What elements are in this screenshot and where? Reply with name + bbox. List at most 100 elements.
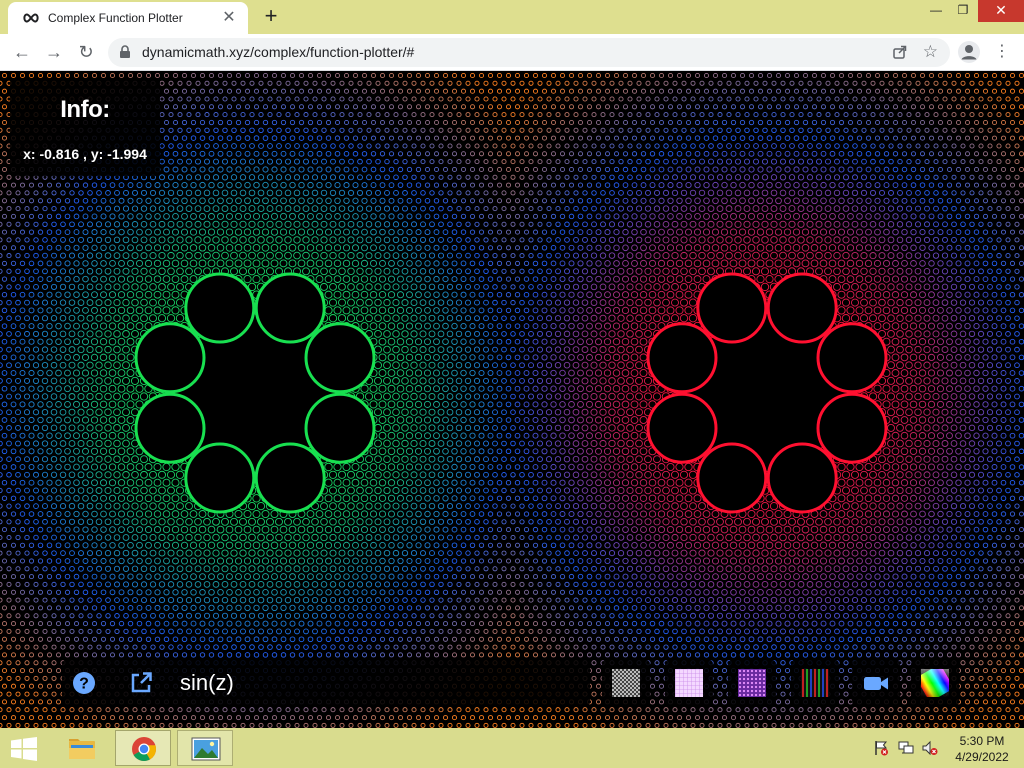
plot-circle xyxy=(225,259,234,268)
plot-circle xyxy=(379,166,386,173)
plot-circle xyxy=(586,88,593,94)
plot-circle xyxy=(1,307,8,314)
browser-menu-icon[interactable]: ⋮ xyxy=(994,41,1010,63)
plot-circle xyxy=(879,112,885,118)
plot-circle xyxy=(366,80,372,86)
reload-button[interactable]: ↻ xyxy=(74,40,98,64)
browser-tab[interactable]: Complex Function Plotter ✕ xyxy=(8,2,248,34)
plot-circle xyxy=(685,135,692,141)
plot-circle xyxy=(645,143,651,149)
plot-circle xyxy=(90,400,99,409)
plot-circle xyxy=(672,96,678,102)
plot-circle xyxy=(987,112,993,118)
plot-circle xyxy=(676,119,683,126)
plot-circle xyxy=(932,439,940,448)
plot-circle xyxy=(955,322,962,330)
plot-circle xyxy=(608,330,616,338)
plot-circle xyxy=(447,221,453,228)
plot-circle xyxy=(914,299,922,307)
plot-circle xyxy=(465,80,471,86)
window-close-button[interactable]: ✕ xyxy=(978,0,1024,22)
plot-circle xyxy=(433,432,440,440)
plot-circle xyxy=(1014,409,1020,416)
plot-circle xyxy=(1000,276,1007,282)
plot-circle xyxy=(662,236,670,244)
plot-circle xyxy=(663,127,669,133)
plot-circle xyxy=(415,166,422,173)
plot-circle xyxy=(109,72,116,79)
plot-circle xyxy=(257,174,265,181)
plot-circle xyxy=(293,174,301,181)
plot-circle xyxy=(195,112,201,118)
plot-circle xyxy=(635,361,643,370)
plot-circle xyxy=(996,159,1002,165)
plot-circle xyxy=(423,416,432,424)
plot-circle xyxy=(41,315,49,322)
plot-circle xyxy=(212,174,220,181)
plot-circle xyxy=(1,213,8,219)
plot-circle xyxy=(609,143,615,149)
plot-circle xyxy=(690,112,696,118)
plot-circle xyxy=(406,197,413,204)
plot-circle xyxy=(905,361,913,370)
plot-circle xyxy=(410,424,418,432)
plot-circle xyxy=(388,197,395,204)
plot-circle xyxy=(595,104,602,110)
plot-circle xyxy=(649,119,656,126)
tab-close-icon[interactable]: ✕ xyxy=(220,9,238,27)
plot-circle xyxy=(130,392,140,401)
plot-circle xyxy=(546,143,552,149)
plot-circle xyxy=(347,283,355,291)
new-tab-button[interactable]: + xyxy=(259,5,283,29)
plot-circle xyxy=(293,220,301,228)
plot-circle xyxy=(617,299,625,307)
plot-circle xyxy=(510,206,516,212)
plot-circle xyxy=(230,220,238,228)
plot-circle xyxy=(401,252,409,259)
plot-circle xyxy=(411,174,417,180)
back-button[interactable]: ← xyxy=(10,40,34,64)
plot-circle xyxy=(33,268,39,275)
plot-circle xyxy=(1005,112,1011,118)
bookmark-star-icon[interactable]: ☆ xyxy=(923,42,938,62)
plot-circle xyxy=(766,88,773,94)
window-minimize-button[interactable]: — xyxy=(922,0,950,22)
plot-circle xyxy=(262,166,269,173)
plot-circle xyxy=(19,432,26,439)
plot-circle xyxy=(612,431,621,440)
plot-circle xyxy=(756,275,765,284)
plot-circle xyxy=(333,244,342,252)
plot-circle xyxy=(64,182,71,188)
plot-circle xyxy=(122,221,130,228)
plot-circle xyxy=(351,259,360,268)
plot-circle xyxy=(783,259,792,268)
plot-circle xyxy=(519,409,525,416)
plot-circle xyxy=(906,158,912,165)
plot-circle xyxy=(645,96,651,102)
plot-circle xyxy=(765,259,774,268)
plot-circle xyxy=(523,135,530,141)
plot-circle xyxy=(703,135,710,141)
plot-circle xyxy=(987,190,993,196)
plot-circle xyxy=(64,385,71,393)
plot-circle xyxy=(514,432,521,439)
plot-circle xyxy=(960,221,966,228)
plot-circle xyxy=(0,159,3,165)
plot-circle xyxy=(6,425,12,431)
plot-circle xyxy=(973,166,980,173)
forward-button[interactable]: → xyxy=(42,40,66,64)
profile-avatar-icon[interactable] xyxy=(958,41,980,63)
plot-circle xyxy=(6,378,12,384)
plot-circle xyxy=(388,135,395,141)
plot-circle xyxy=(401,439,409,448)
plot-circle xyxy=(626,361,634,370)
plot-circle xyxy=(240,143,246,149)
plot-circle xyxy=(864,306,873,315)
address-bar[interactable]: dynamicmath.xyz/complex/function-plotter… xyxy=(108,38,950,67)
plot-circle xyxy=(649,135,656,141)
share-icon[interactable] xyxy=(892,44,908,60)
plot-circle xyxy=(546,80,552,86)
plot-circle xyxy=(852,158,858,165)
plot-circle xyxy=(901,259,908,267)
window-maximize-button[interactable]: ❐ xyxy=(950,0,976,22)
